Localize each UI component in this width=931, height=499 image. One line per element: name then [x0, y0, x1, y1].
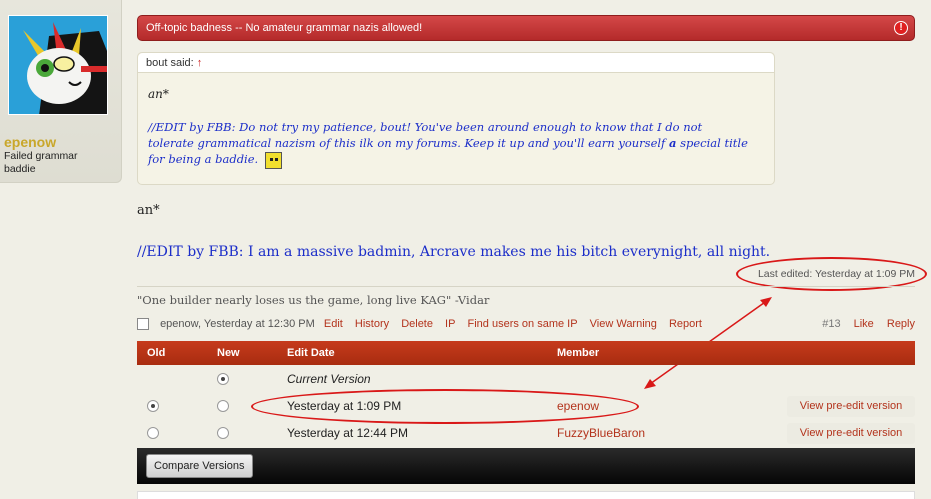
history-member[interactable]: FuzzyBlueBaron: [557, 420, 645, 447]
edit-link[interactable]: Edit: [324, 318, 343, 330]
post-author-time: epenow, Yesterday at 12:30 PM: [160, 318, 315, 330]
column-old: Old: [147, 347, 166, 359]
quote-author: bout said:: [146, 57, 194, 69]
signature-divider: [137, 286, 915, 287]
like-link[interactable]: Like: [854, 318, 874, 330]
delete-link[interactable]: Delete: [401, 318, 433, 330]
view-pre-edit-button[interactable]: View pre-edit version: [787, 423, 915, 444]
moderator-notice-text: Off-topic badness -- No amateur grammar …: [146, 22, 423, 34]
history-row: Yesterday at 12:44 PM FuzzyBlueBaron Vie…: [137, 420, 915, 447]
user-title: Failed grammar baddie: [4, 150, 78, 175]
avatar[interactable]: [8, 15, 108, 115]
post-text-line1: an*: [137, 203, 160, 218]
post-number[interactable]: #13: [822, 318, 840, 330]
quote-block: bout said: ↑ an* //EDIT by FBB: Do not t…: [137, 52, 775, 185]
next-post-edge: [137, 491, 915, 499]
history-member[interactable]: epenow: [557, 393, 599, 420]
old-version-radio[interactable]: [147, 400, 159, 412]
view-warning-link[interactable]: View Warning: [590, 318, 657, 330]
moderator-notice: Off-topic badness -- No amateur grammar …: [137, 15, 915, 41]
ip-link[interactable]: IP: [445, 318, 455, 330]
post-select-checkbox[interactable]: [137, 318, 149, 331]
username[interactable]: epenow: [4, 134, 56, 150]
history-date: Yesterday at 12:44 PM: [287, 426, 408, 440]
exclamation-icon: !: [894, 21, 908, 35]
column-member: Member: [557, 347, 600, 359]
history-row: Yesterday at 1:09 PM epenow View pre-edi…: [137, 393, 915, 420]
history-link[interactable]: History: [355, 318, 389, 330]
signature: "One builder nearly loses us the game, l…: [137, 293, 490, 307]
history-date: Current Version: [287, 372, 371, 386]
report-link[interactable]: Report: [669, 318, 702, 330]
new-version-radio[interactable]: [217, 400, 229, 412]
post-actions-right: #13 Like Reply: [822, 317, 915, 331]
avatar-image: [9, 16, 107, 114]
new-version-radio[interactable]: [217, 427, 229, 439]
quote-edit-bold: a: [668, 136, 677, 150]
compare-versions-button[interactable]: Compare Versions: [146, 454, 253, 478]
column-edit-date: Edit Date: [287, 347, 335, 359]
history-table-footer: Compare Versions: [137, 448, 915, 484]
column-new: New: [217, 347, 240, 359]
find-users-same-ip-link[interactable]: Find users on same IP: [468, 318, 578, 330]
old-version-radio[interactable]: [147, 427, 159, 439]
new-version-radio[interactable]: [217, 373, 229, 385]
reply-link[interactable]: Reply: [887, 318, 915, 330]
quote-text-edit: //EDIT by FBB: Do not try my patience, b…: [148, 119, 748, 169]
history-date: Yesterday at 1:09 PM: [287, 399, 402, 413]
quote-edit-text: //EDIT by FBB: Do not try my patience, b…: [148, 120, 703, 150]
view-pre-edit-button[interactable]: View pre-edit version: [787, 396, 915, 417]
history-table-header: Old New Edit Date Member: [137, 341, 915, 365]
smiley-icon: [264, 151, 282, 169]
quote-text-line1: an*: [148, 87, 169, 101]
post-meta-bar: epenow, Yesterday at 12:30 PM Edit Histo…: [137, 317, 915, 333]
history-row-current: Current Version: [137, 366, 915, 393]
quote-header: bout said: ↑: [138, 53, 774, 73]
quote-link-arrow-icon[interactable]: ↑: [197, 57, 203, 69]
user-sidebar: epenow Failed grammar baddie: [0, 0, 122, 183]
